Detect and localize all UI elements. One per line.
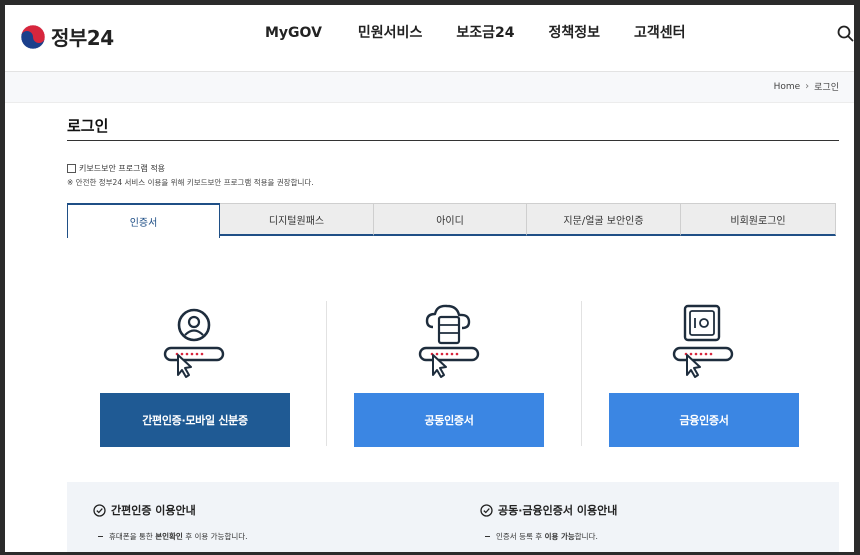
financial-certificate-button[interactable]: 금융인증서 bbox=[609, 393, 799, 447]
search-icon[interactable] bbox=[837, 25, 854, 42]
tab-non-member[interactable]: 비회원로그인 bbox=[681, 203, 836, 236]
keyboard-security-option[interactable]: 키보드보안 프로그램 적용 bbox=[67, 163, 165, 174]
usage-guide-box: 간편인증 이용안내 휴대폰을 통한 본인확인 후 이용 가능합니다. 공동·금융… bbox=[67, 482, 839, 552]
breadcrumb-home[interactable]: Home bbox=[774, 82, 801, 92]
tab-biometric[interactable]: 지문/얼굴 보안인증 bbox=[527, 203, 681, 236]
login-method-tabs: 인증서 디지털원패스 아이디 지문/얼굴 보안인증 비회원로그인 bbox=[67, 203, 836, 239]
certificate-guide-item: 인증서 등록 후 이용 가능 합니다. bbox=[480, 531, 617, 542]
tab-id[interactable]: 아이디 bbox=[374, 203, 527, 236]
simple-auth-guide-item: 휴대폰을 통한 본인확인 후 이용 가능합니다. bbox=[93, 531, 248, 542]
page-title: 로그인 bbox=[67, 117, 109, 135]
check-circle-icon bbox=[93, 503, 106, 517]
certificate-guide: 공동·금융인증서 이용안내 인증서 등록 후 이용 가능 합니다. bbox=[480, 502, 617, 542]
card-divider bbox=[581, 301, 582, 446]
certificate-options: 간편인증·모바일 신분증 공동인증서 금융인증서 bbox=[67, 301, 836, 451]
breadcrumb: Home › 로그인 bbox=[774, 80, 839, 93]
tab-digital-onepass[interactable]: 디지털원패스 bbox=[220, 203, 374, 236]
nav-subsidy24[interactable]: 보조금24 bbox=[456, 23, 514, 43]
chevron-right-icon: › bbox=[805, 81, 810, 92]
site-header: 정부24 MyGOV 민원서비스 보조금24 정책정보 고객센터 bbox=[5, 5, 854, 71]
breadcrumb-bar: Home › 로그인 bbox=[5, 72, 854, 103]
certificate-guide-title: 공동·금융인증서 이용안내 bbox=[498, 504, 618, 517]
keyboard-security-checkbox[interactable] bbox=[67, 164, 76, 173]
simple-auth-guide: 간편인증 이용안내 휴대폰을 통한 본인확인 후 이용 가능합니다. bbox=[93, 502, 248, 542]
keyboard-security-label: 키보드보안 프로그램 적용 bbox=[79, 164, 166, 173]
main-nav: MyGOV 민원서비스 보조금24 정책정보 고객센터 bbox=[265, 23, 719, 43]
breadcrumb-current: 로그인 bbox=[814, 83, 839, 93]
tab-certificate[interactable]: 인증서 bbox=[67, 203, 220, 238]
nav-customer-center[interactable]: 고객센터 bbox=[634, 23, 686, 43]
logo-text: 정부24 bbox=[51, 26, 114, 50]
joint-certificate-button[interactable]: 공동인증서 bbox=[354, 393, 544, 447]
simple-auth-guide-title: 간편인증 이용안내 bbox=[111, 504, 196, 517]
check-circle-icon bbox=[480, 503, 493, 517]
site-logo[interactable]: 정부24 bbox=[20, 22, 114, 51]
taegeuk-logo-icon bbox=[20, 24, 46, 49]
title-underline bbox=[67, 140, 839, 141]
nav-policy-info[interactable]: 정책정보 bbox=[548, 23, 600, 43]
keyboard-security-note: ※ 안전한 정부24 서비스 이용을 위해 키보드보안 프로그램 적용을 권장합… bbox=[67, 178, 314, 187]
nav-civil-service[interactable]: 민원서비스 bbox=[358, 23, 422, 43]
cloud-server-key-icon bbox=[418, 304, 480, 378]
person-key-icon bbox=[163, 308, 225, 378]
browser-viewport: 정부24 MyGOV 민원서비스 보조금24 정책정보 고객센터 Home › … bbox=[5, 5, 854, 552]
simple-auth-mobile-id-button[interactable]: 간편인증·모바일 신분증 bbox=[100, 393, 290, 447]
card-divider bbox=[326, 301, 327, 446]
safe-key-icon bbox=[672, 304, 734, 378]
nav-mygov[interactable]: MyGOV bbox=[265, 23, 322, 43]
